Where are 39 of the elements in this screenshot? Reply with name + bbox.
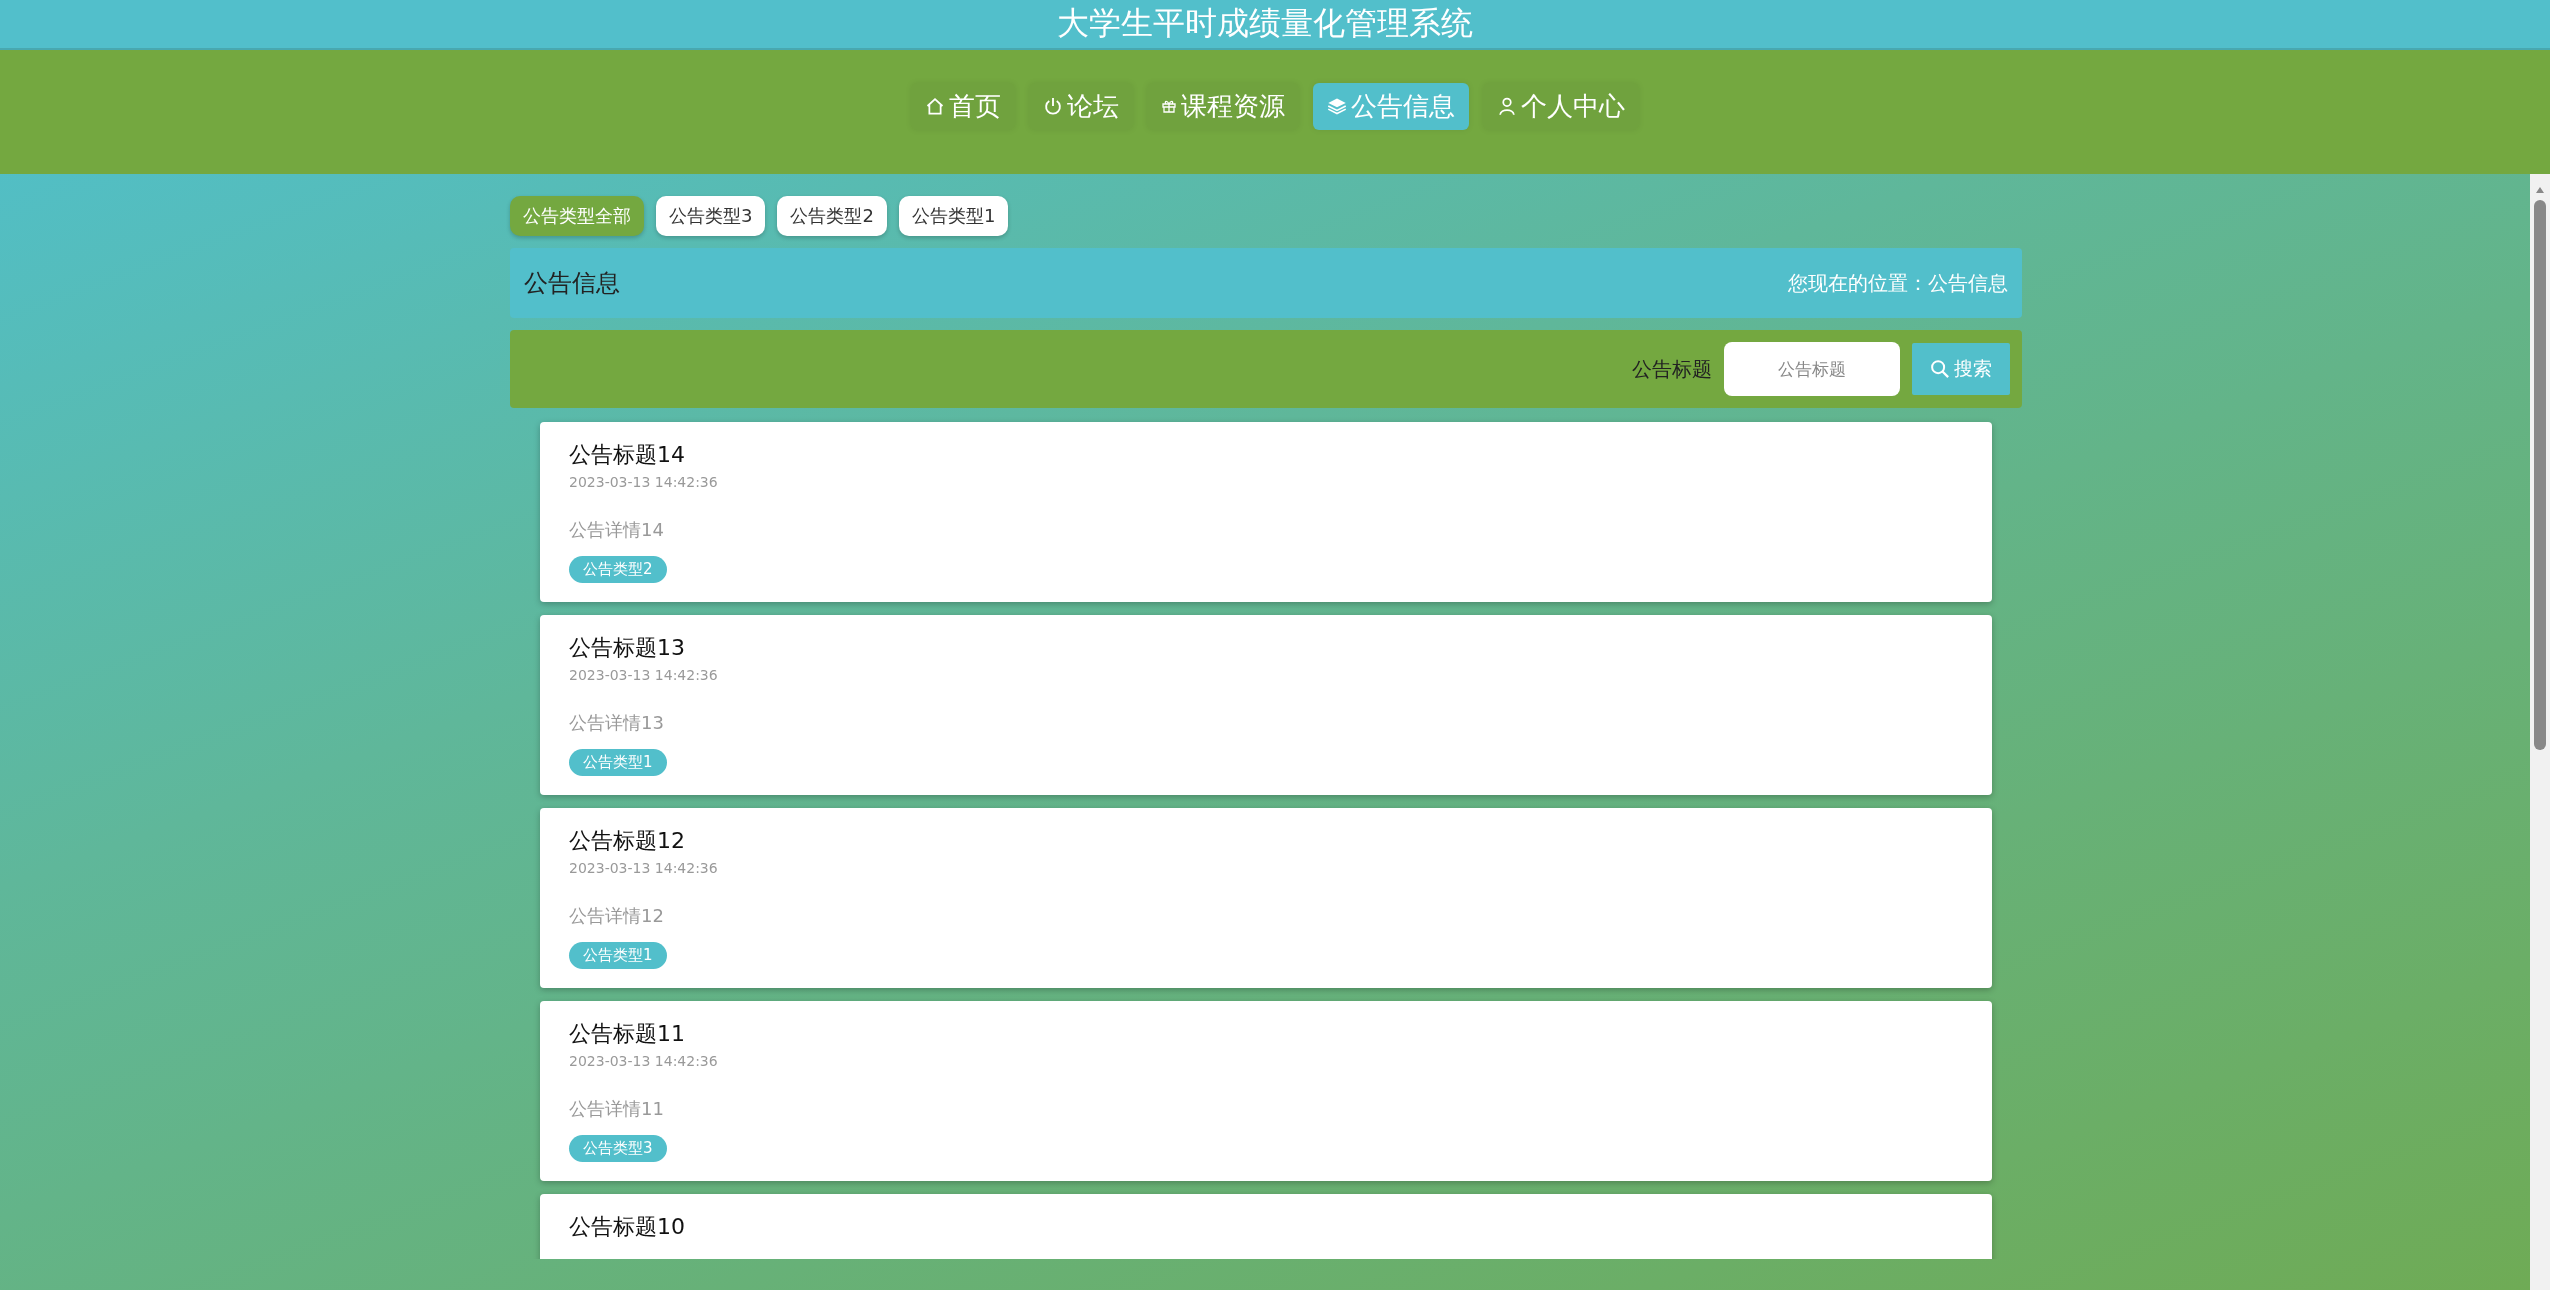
gift-icon xyxy=(1161,98,1177,114)
breadcrumb: 您现在的位置：公告信息 xyxy=(1788,269,2008,297)
notice-type-tag: 公告类型2 xyxy=(569,556,667,583)
type-filter-tab[interactable]: 公告类型3 xyxy=(656,196,766,236)
notice-title: 公告标题14 xyxy=(569,441,685,469)
scrollbar-thumb[interactable] xyxy=(2534,200,2546,750)
notice-time: 2023-03-13 14:42:36 xyxy=(569,667,718,683)
page-title: 公告信息 xyxy=(524,268,620,299)
notice-time: 2023-03-13 14:42:36 xyxy=(569,860,718,876)
notice-type-tag: 公告类型1 xyxy=(569,749,667,776)
notice-detail: 公告详情14 xyxy=(569,518,664,542)
notice-card[interactable]: 公告标题11 2023-03-13 14:42:36 公告详情11 公告类型3 xyxy=(540,1001,1992,1181)
home-icon xyxy=(925,96,945,116)
notice-detail: 公告详情11 xyxy=(569,1097,664,1121)
notice-card[interactable]: 公告标题13 2023-03-13 14:42:36 公告详情13 公告类型1 xyxy=(540,615,1992,795)
notice-title: 公告标题12 xyxy=(569,827,685,855)
notice-card[interactable]: 公告标题10 xyxy=(540,1194,1992,1259)
notice-type-tag: 公告类型1 xyxy=(569,942,667,969)
notice-type-tag: 公告类型3 xyxy=(569,1135,667,1162)
scrollbar[interactable] xyxy=(2530,174,2550,1290)
layers-icon xyxy=(1327,96,1347,116)
notice-title: 公告标题11 xyxy=(569,1020,685,1048)
notice-title: 公告标题13 xyxy=(569,634,685,662)
notice-title: 公告标题10 xyxy=(569,1213,685,1241)
notice-time: 2023-03-13 14:42:36 xyxy=(569,474,718,490)
power-icon xyxy=(1043,96,1063,116)
type-filter-tab[interactable]: 公告类型2 xyxy=(777,196,887,236)
type-filter-tab[interactable]: 公告类型1 xyxy=(898,196,1009,236)
user-icon xyxy=(1497,96,1517,116)
notice-detail: 公告详情12 xyxy=(569,904,664,928)
search-label: 公告标题 xyxy=(1632,355,1712,383)
notice-time: 2023-03-13 14:42:36 xyxy=(569,1053,718,1069)
site-title: 大学生平时成绩量化管理系统 xyxy=(1057,3,1473,44)
notice-card[interactable]: 公告标题12 2023-03-13 14:42:36 公告详情12 公告类型1 xyxy=(540,808,1992,988)
scroll-up-icon[interactable] xyxy=(2535,186,2545,194)
search-icon xyxy=(1930,359,1950,379)
notice-detail: 公告详情13 xyxy=(569,711,664,735)
notice-card[interactable]: 公告标题14 2023-03-13 14:42:36 公告详情14 公告类型2 xyxy=(540,422,1992,602)
search-field[interactable]: 公告标题 xyxy=(1724,342,1900,396)
